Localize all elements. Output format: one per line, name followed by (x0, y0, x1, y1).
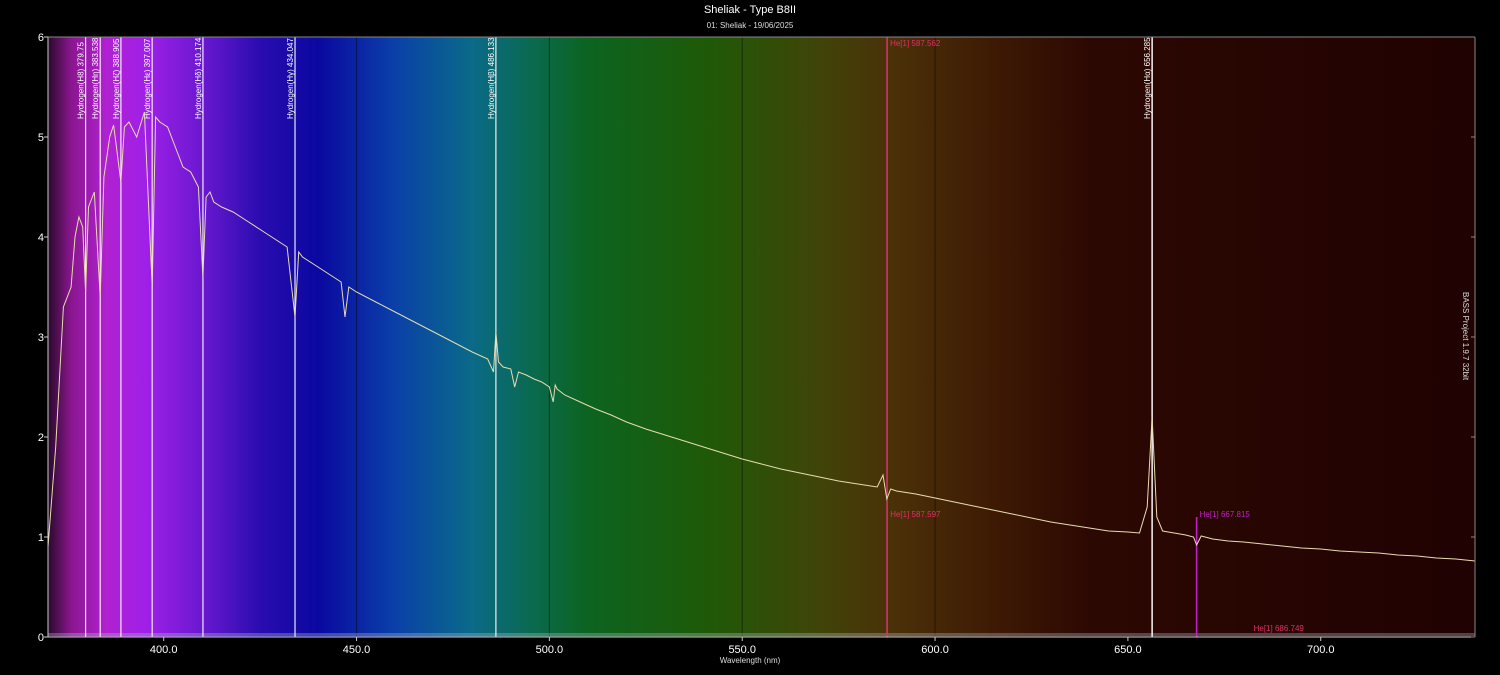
marker-label: Hydrogen(Hγ) 434.047 (286, 38, 295, 119)
y-tick-label: 1 (38, 532, 44, 544)
y-tick-label: 4 (38, 232, 44, 244)
marker-label: Hydrogen(Hε) 397.007 (143, 38, 152, 119)
x-tick-label: 550.0 (728, 644, 756, 656)
marker-label: Hydrogen(H8) 379.75 (77, 42, 86, 119)
marker-label: Hydrogen(Hζ) 388.905 (112, 38, 121, 119)
spectrum-background (48, 37, 1475, 637)
x-tick-labels: 400.0 450.0 500.0 550.0 600.0 650.0 700.0 (150, 637, 1335, 656)
software-credit: BASS Project 1.9.7 32bit (1461, 292, 1470, 381)
marker-label: Hydrogen(Hδ) 410.174 (194, 37, 203, 119)
y-tick-label: 6 (38, 32, 44, 44)
x-tick-label: 650.0 (1114, 644, 1142, 656)
y-tick-label: 2 (38, 432, 44, 444)
x-axis-label: Wavelength (nm) (719, 656, 781, 665)
y-tick-label: 0 (38, 632, 44, 644)
marker-label: He[1] 667.815 (1200, 510, 1251, 519)
marker-label: Hydrogen(Hβ) 486.133 (487, 37, 496, 119)
x-tick-label: 450.0 (343, 644, 371, 656)
marker-label: He[1] 686.749 (1254, 624, 1305, 633)
x-tick-label: 500.0 (536, 644, 564, 656)
x-tick-label: 700.0 (1307, 644, 1335, 656)
marker-label: He[1] 587.562 (890, 39, 941, 48)
marker-label: He[1] 587.597 (890, 510, 941, 519)
marker-label: Hydrogen(Hα) 656.285 (1143, 37, 1152, 119)
y-tick-label: 3 (38, 332, 44, 344)
marker-label: Hydrogen(Hη) 383.538 (91, 37, 100, 119)
y-tick-label: 5 (38, 132, 44, 144)
spectrum-chart: Hydrogen(H8) 379.75 Hydrogen(Hη) 383.538 H… (38, 32, 1476, 656)
x-tick-label: 400.0 (150, 644, 178, 656)
baseline-band (48, 633, 1475, 636)
x-tick-label: 600.0 (921, 644, 949, 656)
